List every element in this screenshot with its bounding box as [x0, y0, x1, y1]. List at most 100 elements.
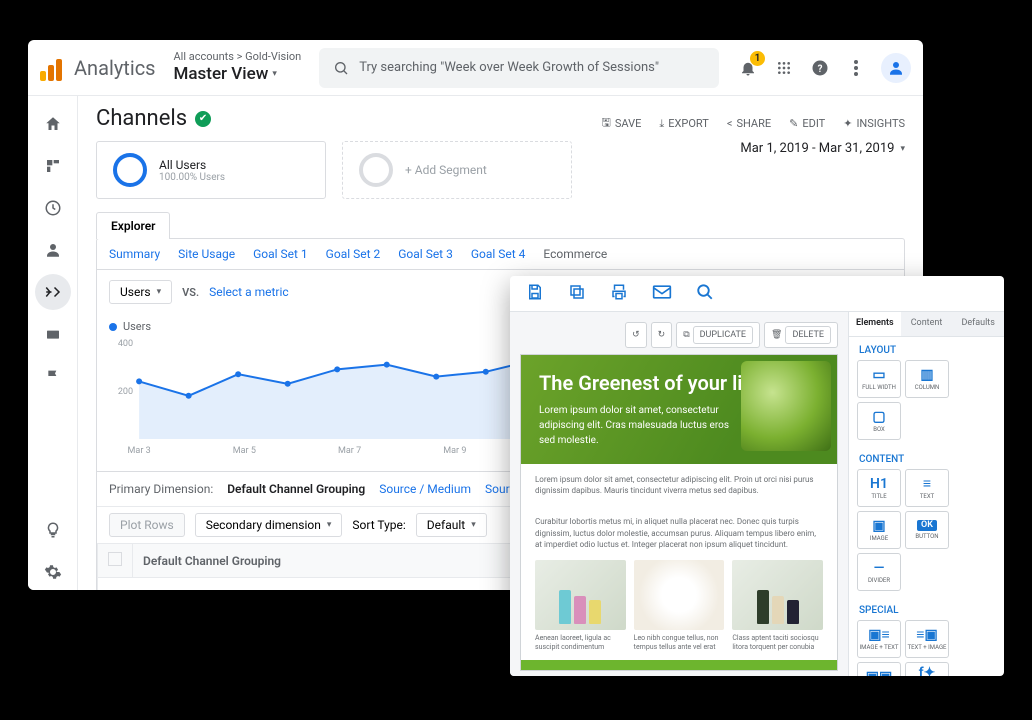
- edit-button[interactable]: ✎ EDIT: [789, 114, 825, 133]
- segment-circle-icon: [113, 153, 147, 187]
- sort-type-label: Sort Type:: [352, 518, 405, 532]
- subtab-goal2[interactable]: Goal Set 2: [326, 247, 381, 261]
- export-button[interactable]: ⤓ EXPORT: [659, 114, 708, 133]
- rail-home[interactable]: [35, 106, 71, 142]
- tile-button[interactable]: OKBUTTON: [905, 511, 949, 549]
- subtab-goal1[interactable]: Goal Set 1: [253, 247, 308, 261]
- em-search-button[interactable]: [696, 283, 714, 305]
- undo-button[interactable]: ↺: [625, 322, 647, 348]
- tile-divider[interactable]: —DIVIDER: [857, 553, 901, 591]
- em-save-button[interactable]: [526, 283, 544, 305]
- chevron-down-icon: ▾: [327, 520, 332, 530]
- insights-button[interactable]: ✦ INSIGHTS: [843, 114, 905, 133]
- group-special-title: SPECIAL: [849, 597, 1004, 620]
- select-all-checkbox[interactable]: [108, 552, 122, 566]
- rail-audience[interactable]: [35, 232, 71, 268]
- save-button[interactable]: 🖫 SAVE: [602, 114, 642, 133]
- tile-column[interactable]: ▥COLUMN: [905, 360, 949, 398]
- primary-dimension-value: Default Channel Grouping: [227, 482, 365, 496]
- ga-topbar: Analytics All accounts > Gold-Vision Mas…: [28, 40, 923, 96]
- elements-panel: Elements Content Defaults LAYOUT ▭FULL W…: [848, 312, 1004, 676]
- side-tab-defaults[interactable]: Defaults: [952, 312, 1004, 336]
- tile-social-follow[interactable]: f✦SOCIAL FOLLOW: [905, 662, 949, 676]
- tile-full-width[interactable]: ▭FULL WIDTH: [857, 360, 901, 398]
- subtab-ecommerce[interactable]: Ecommerce: [543, 247, 607, 261]
- subtab-goal3[interactable]: Goal Set 3: [398, 247, 453, 261]
- notifications-button[interactable]: 1: [737, 57, 759, 79]
- body-paragraph-2[interactable]: Curabitur lobortis metus mi, in aliquet …: [521, 506, 837, 560]
- em-copy-button[interactable]: [568, 283, 586, 305]
- envelope-icon: [652, 284, 672, 300]
- chevron-down-icon: ▾: [900, 144, 905, 154]
- side-tab-content[interactable]: Content: [901, 312, 953, 336]
- chevron-down-icon: ▾: [157, 287, 162, 297]
- svg-text:Mar 9: Mar 9: [443, 446, 466, 456]
- product-card-1[interactable]: Aenean laoreet, ligula ac suscipit condi…: [535, 560, 626, 652]
- tile-text-image[interactable]: ≡▣TEXT + IMAGE: [905, 620, 949, 658]
- rail-realtime[interactable]: [35, 190, 71, 226]
- plot-rows-button[interactable]: Plot Rows: [109, 513, 185, 537]
- product-card-2[interactable]: Leo nibh congue tellus, non tempus tellu…: [634, 560, 725, 652]
- primary-metric-selector[interactable]: Users▾: [109, 280, 172, 304]
- subtab-goal4[interactable]: Goal Set 4: [471, 247, 526, 261]
- merge-icon: [44, 283, 62, 301]
- rail-customization[interactable]: [35, 148, 71, 184]
- tile-image-group[interactable]: ▣▣IMAGE GROUP: [857, 662, 901, 676]
- tile-image[interactable]: ▣IMAGE: [857, 511, 901, 549]
- delete-button[interactable]: 🗑 DELETE: [764, 322, 838, 348]
- sub-tabs: Summary Site Usage Goal Set 1 Goal Set 2…: [97, 239, 904, 270]
- flag-icon: [45, 368, 61, 384]
- rail-discover[interactable]: [35, 512, 71, 548]
- verified-shield-icon: ✔: [195, 111, 211, 127]
- email-page: The Greenest of your life! Lorem ipsum d…: [520, 354, 838, 671]
- hero-block[interactable]: The Greenest of your life! Lorem ipsum d…: [521, 355, 837, 464]
- tile-title[interactable]: H1TITLE: [857, 469, 901, 507]
- breadcrumb: All accounts > Gold-Vision: [174, 51, 302, 63]
- help-button[interactable]: ?: [809, 57, 831, 79]
- add-segment-button[interactable]: + Add Segment: [342, 141, 572, 199]
- svg-text:200: 200: [118, 387, 133, 397]
- svg-text:?: ?: [818, 63, 823, 74]
- tile-box[interactable]: ▢BOX: [857, 402, 901, 440]
- notification-badge: 1: [750, 51, 765, 66]
- view-selector[interactable]: Master View▾: [174, 64, 302, 84]
- secondary-dimension-selector[interactable]: Secondary dimension▾: [195, 513, 343, 537]
- date-range-picker[interactable]: Mar 1, 2019 - Mar 31, 2019 ▾: [740, 141, 905, 156]
- sort-type-selector[interactable]: Default▾: [416, 513, 487, 537]
- em-print-button[interactable]: [610, 283, 628, 305]
- rail-conversions[interactable]: [35, 358, 71, 394]
- email-toolbar: [510, 276, 1004, 312]
- tile-image-text[interactable]: ▣≡IMAGE + TEXT: [857, 620, 901, 658]
- rail-behavior[interactable]: [35, 316, 71, 352]
- series-dot-icon: [109, 323, 117, 331]
- person-icon: [44, 241, 62, 259]
- more-button[interactable]: [845, 57, 867, 79]
- duplicate-button[interactable]: ⧉ DUPLICATE: [676, 322, 760, 348]
- floppy-icon: [526, 283, 544, 301]
- search-input[interactable]: Try searching "Week over Week Growth of …: [319, 48, 719, 88]
- select-secondary-metric[interactable]: Select a metric: [209, 285, 289, 299]
- account-avatar[interactable]: [881, 53, 911, 83]
- share-button[interactable]: < SHARE: [727, 114, 771, 133]
- account-crumbs[interactable]: All accounts > Gold-Vision Master View▾: [174, 51, 302, 83]
- svg-text:Mar 3: Mar 3: [128, 446, 151, 456]
- side-tab-elements[interactable]: Elements: [849, 312, 901, 336]
- email-editor-window: ↺ ↻ ⧉ DUPLICATE 🗑 DELETE The Greenest of…: [510, 276, 1004, 676]
- segment-all-users[interactable]: All Users 100.00% Users: [96, 141, 326, 199]
- dim-source-medium[interactable]: Source / Medium: [379, 482, 471, 496]
- body-paragraph-1[interactable]: Lorem ipsum dolor sit amet, consectetur …: [521, 464, 837, 506]
- tab-explorer[interactable]: Explorer: [96, 212, 170, 239]
- subtab-summary[interactable]: Summary: [109, 247, 160, 261]
- email-canvas[interactable]: ↺ ↻ ⧉ DUPLICATE 🗑 DELETE The Greenest of…: [510, 312, 848, 676]
- apps-button[interactable]: [773, 57, 795, 79]
- primary-dimension-label: Primary Dimension:: [109, 482, 213, 496]
- redo-button[interactable]: ↻: [651, 322, 673, 348]
- rail-admin[interactable]: [35, 554, 71, 590]
- em-send-button[interactable]: [652, 284, 672, 304]
- tile-text[interactable]: ≡TEXT: [905, 469, 949, 507]
- product-card-3[interactable]: Class aptent taciti sociosqu litora torq…: [732, 560, 823, 652]
- gear-icon: [44, 563, 62, 581]
- chevron-down-icon: ▾: [272, 69, 277, 79]
- rail-acquisition[interactable]: [35, 274, 71, 310]
- subtab-site-usage[interactable]: Site Usage: [178, 247, 235, 261]
